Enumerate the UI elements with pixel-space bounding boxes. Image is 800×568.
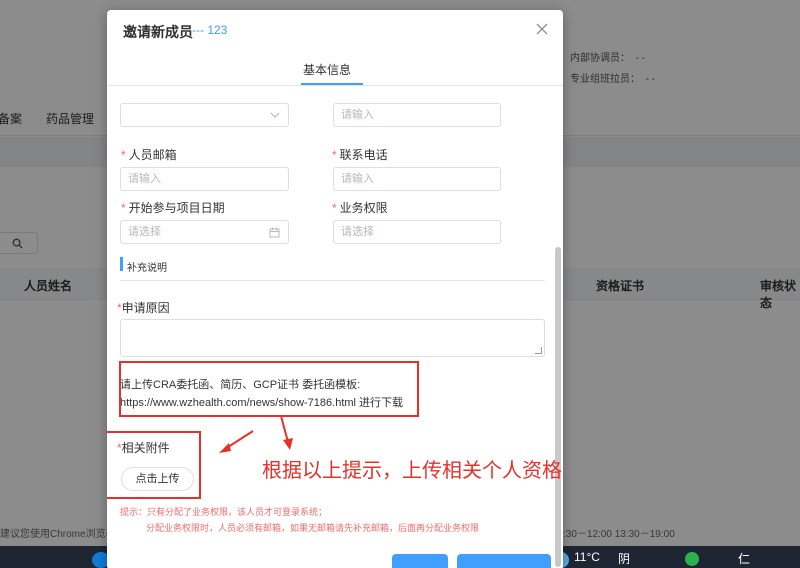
annotation-box-upload: [107, 431, 201, 499]
tip-line1: 提示：只有分配了业务权限，该人员才可登录系统；: [120, 507, 328, 517]
weather-temp: 11°C: [574, 550, 600, 564]
tip-line2: 分配业务权限时，人员必须有邮箱，如果无邮箱请先补充邮箱，后面再分配业务权限: [146, 523, 480, 533]
wechat-icon[interactable]: [685, 552, 699, 566]
email-label: * 人员邮箱: [121, 146, 177, 163]
active-tab-indicator: [301, 83, 363, 85]
section-marker: [120, 257, 123, 271]
input-placeholder: 请输入: [341, 109, 374, 121]
required-mark: *: [121, 148, 126, 162]
permission-placeholder: 请选择: [341, 226, 374, 238]
close-icon: [536, 23, 548, 35]
chevron-down-icon: [270, 104, 280, 129]
email-input[interactable]: 请输入: [120, 167, 289, 191]
weather-desc: 阴: [618, 552, 631, 566]
cancel-button[interactable]: [392, 554, 448, 568]
phone-input[interactable]: 请输入: [333, 167, 501, 191]
phone-label-text: 联系电话: [339, 148, 388, 162]
annotation-arrow-up-icon: [280, 415, 293, 450]
annotation-box-hint: [119, 361, 419, 417]
required-mark: *: [332, 201, 337, 215]
section-title: 补充说明: [127, 263, 167, 274]
dialog-title: 邀请新成员: [123, 24, 193, 40]
dialog-subtitle: --- 123: [192, 23, 228, 37]
reason-label: *申请原因: [117, 299, 170, 316]
dialog-tabs: 基本信息: [107, 52, 563, 86]
start-date-placeholder: 请选择: [128, 226, 161, 238]
section-divider: [120, 280, 545, 281]
invite-member-dialog: 邀请新成员 --- 123 基本信息 请输入 * 人员邮箱 * 联系电话 请输入 请…: [107, 10, 563, 568]
dialog-body: 请输入 * 人员邮箱 * 联系电话 请输入 请输入 * 开始参与项目日期 * 业务权限 …: [107, 87, 563, 568]
dialog-header: 邀请新成员 --- 123: [107, 10, 563, 52]
reason-label-text: 申请原因: [121, 301, 170, 315]
resize-handle[interactable]: [535, 347, 542, 354]
tab-basic-info[interactable]: 基本信息: [303, 61, 351, 78]
input-field-partial[interactable]: 请输入: [333, 103, 501, 127]
permission-label-text: 业务权限: [339, 201, 388, 215]
required-mark: *: [121, 201, 126, 215]
email-label-text: 人员邮箱: [128, 148, 177, 162]
start-date-picker[interactable]: 请选择: [120, 220, 289, 244]
start-date-label-text: 开始参与项目日期: [128, 201, 225, 215]
required-mark: *: [332, 148, 337, 162]
annotation-text: 根据以上提示，上传相关个人资格文件: [262, 460, 563, 482]
annotation-arrow-left-icon: [219, 430, 254, 453]
start-date-label: * 开始参与项目日期: [121, 199, 225, 216]
email-placeholder: 请输入: [128, 173, 161, 185]
reason-textarea[interactable]: [120, 319, 545, 357]
ime-indicator[interactable]: 仁: [738, 550, 750, 567]
permission-select[interactable]: 请选择: [333, 220, 501, 244]
scrollbar[interactable]: [555, 247, 561, 567]
confirm-button[interactable]: [457, 554, 551, 568]
phone-label: * 联系电话: [332, 146, 388, 163]
select-field-partial[interactable]: [120, 103, 289, 127]
phone-placeholder: 请输入: [341, 173, 374, 185]
permission-label: * 业务权限: [332, 199, 388, 216]
calendar-icon: [269, 221, 280, 247]
close-button[interactable]: [533, 20, 551, 38]
